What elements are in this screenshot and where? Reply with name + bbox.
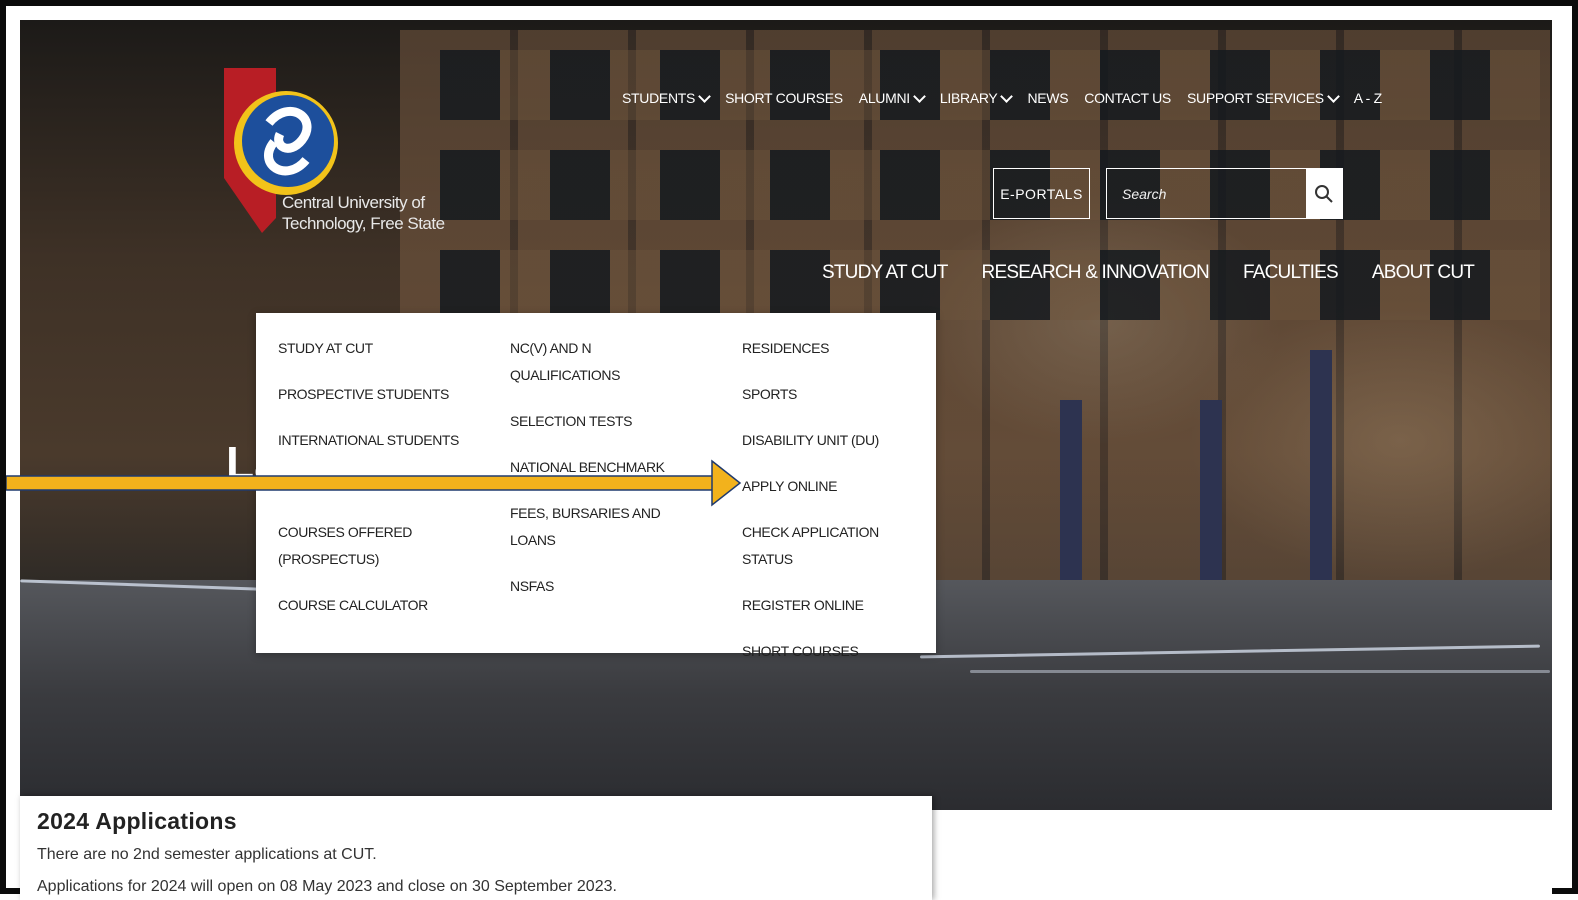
menu-item-international-students[interactable]: INTERNATIONAL STUDENTS — [278, 427, 488, 454]
top-nav-contact-us[interactable]: CONTACT US — [1084, 90, 1171, 106]
search-input[interactable] — [1107, 169, 1306, 218]
main-nav-research-innovation[interactable]: RESEARCH & INNOVATION — [982, 262, 1210, 284]
top-nav-news[interactable]: NEWS — [1027, 90, 1068, 106]
search-box — [1106, 168, 1343, 219]
logo-line-1: Central University of — [282, 193, 425, 212]
notice-line-1: There are no 2nd semester applications a… — [37, 846, 377, 863]
pillar — [1310, 350, 1332, 600]
menu-item-study-at-cut[interactable]: STUDY AT CUT — [278, 335, 488, 362]
pillar — [1200, 400, 1222, 600]
top-nav-library[interactable]: LIBRARY — [940, 89, 1014, 106]
logo-line-2: Technology, Free State — [282, 214, 445, 233]
menu-item-selection-tests[interactable]: SELECTION TESTS — [510, 408, 690, 435]
light-streak — [970, 670, 1550, 673]
search-button[interactable] — [1306, 169, 1342, 218]
pillar — [1060, 400, 1082, 600]
menu-item-sports[interactable]: SPORTS — [742, 381, 922, 408]
main-nav: STUDY AT CUT RESEARCH & INNOVATION FACUL… — [822, 262, 1508, 284]
applications-notice: 2024 Applications There are no 2nd semes… — [20, 796, 932, 900]
top-nav: STUDENTS SHORT COURSES ALUMNI LIBRARY NE… — [622, 89, 1398, 106]
chevron-down-icon — [698, 89, 711, 103]
chevron-down-icon — [913, 89, 926, 103]
menu-item-course-calculator[interactable]: COURSE CALCULATOR — [278, 592, 488, 619]
menu-item-apply-online[interactable]: APPLY ONLINE — [742, 473, 922, 500]
main-nav-study-at-cut[interactable]: STUDY AT CUT — [822, 262, 948, 284]
window-row — [440, 50, 1540, 120]
menu-item-ncv-n-qualifications[interactable]: NC(V) AND N QUALIFICATIONS — [510, 335, 640, 389]
menu-item-courses-offered[interactable]: COURSES OFFERED (PROSPECTUS) — [278, 519, 418, 573]
eportals-button[interactable]: E-PORTALS — [993, 168, 1090, 219]
menu-item-residences[interactable]: RESIDENCES — [742, 335, 922, 362]
top-nav-alumni[interactable]: ALUMNI — [859, 89, 926, 106]
top-nav-short-courses[interactable]: SHORT COURSES — [725, 90, 843, 106]
notice-line-2: Applications for 2024 will open on 08 Ma… — [37, 878, 617, 895]
window-row — [440, 250, 1540, 320]
dropdown-column-3: RESIDENCES SPORTS DISABILITY UNIT (DU) A… — [742, 335, 922, 684]
chevron-down-icon — [1000, 89, 1014, 103]
window-row — [440, 150, 1540, 220]
main-nav-about-cut[interactable]: ABOUT CUT — [1372, 262, 1475, 284]
menu-item-disability-unit[interactable]: DISABILITY UNIT (DU) — [742, 427, 922, 454]
top-nav-support-services[interactable]: SUPPORT SERVICES — [1187, 89, 1340, 106]
search-icon — [1315, 184, 1333, 203]
screenshot-frame: Central University of Technology, Free S… — [0, 0, 1578, 900]
main-nav-faculties[interactable]: FACULTIES — [1243, 262, 1339, 284]
menu-item-prospective-students[interactable]: PROSPECTIVE STUDENTS — [278, 381, 488, 408]
annotation-arrow — [6, 459, 742, 507]
menu-item-register-online[interactable]: REGISTER ONLINE — [742, 592, 922, 619]
menu-item-short-courses[interactable]: SHORT COURSES — [742, 638, 922, 665]
menu-item-check-application-status[interactable]: CHECK APPLICATION STATUS — [742, 519, 922, 573]
notice-title: 2024 Applications — [37, 808, 237, 834]
top-nav-a-z[interactable]: A - Z — [1354, 90, 1382, 106]
logo-text: Central University of Technology, Free S… — [282, 192, 445, 234]
content-right-area — [932, 810, 1552, 894]
menu-item-nsfas[interactable]: NSFAS — [510, 573, 690, 600]
top-nav-students[interactable]: STUDENTS — [622, 89, 711, 106]
chevron-down-icon — [1326, 89, 1340, 103]
